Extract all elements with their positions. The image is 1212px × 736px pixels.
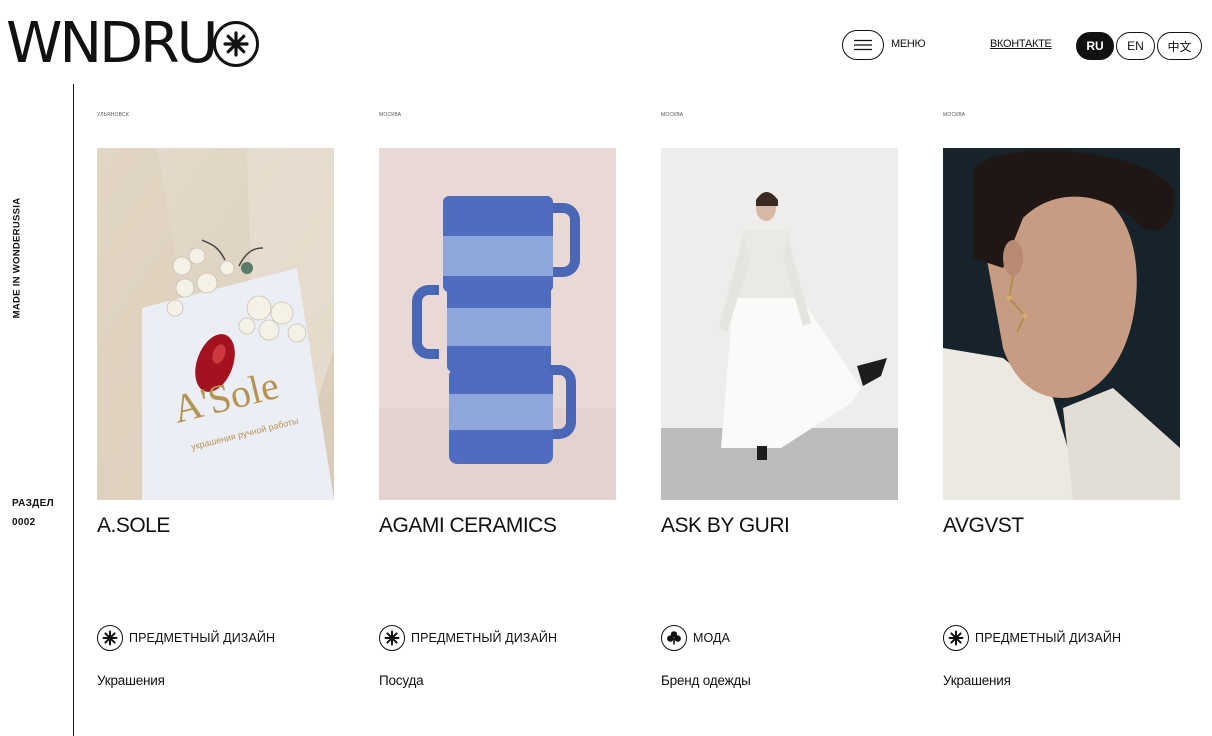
category-label: ПРЕДМЕТНЫЙ ДИЗАЙН [975,631,1122,645]
card-city: Москва [379,112,402,118]
card-brand[interactable]: ASK BY GURI [661,514,790,538]
card-photo[interactable]: A'Sole украшения ручной работы [97,148,334,500]
card-brand[interactable]: AVGVST [943,514,1024,538]
brand-card[interactable]: Ульяновск A'Sole [97,0,334,736]
card-subtitle: Украшения [97,673,165,688]
card-subtitle: Посуда [379,673,424,688]
rail-divider [73,84,74,736]
category-label: ПРЕДМЕТНЫЙ ДИЗАЙН [411,631,558,645]
brand-card[interactable]: Москва ASK BY GURI МОДА Бренд одежды [661,0,898,736]
card-category[interactable]: ПРЕДМЕТНЫЙ ДИЗАЙН [97,625,275,651]
section-number: 0002 [12,517,36,528]
card-brand[interactable]: AGAMI CERAMICS [379,514,557,538]
card-photo[interactable] [379,148,616,500]
card-category[interactable]: ПРЕДМЕТНЫЙ ДИЗАЙН [379,625,557,651]
asterisk-icon [97,625,123,651]
rail-section: РАЗДЕЛ 0002 [12,494,54,532]
category-label: МОДА [693,631,731,645]
card-photo[interactable] [943,148,1180,500]
brand-card[interactable]: Москва AGAMI CERAMICS ПРЕДМЕТНЫ [379,0,616,736]
card-subtitle: Украшения [943,673,1011,688]
card-photo[interactable] [661,148,898,500]
asterisk-icon [943,625,969,651]
card-subtitle: Бренд одежды [661,673,751,688]
card-city: Москва [943,112,966,118]
card-category[interactable]: ПРЕДМЕТНЫЙ ДИЗАЙН [943,625,1121,651]
rail-vertical-text: MADE IN WONDERUSSIA [11,197,23,319]
card-city: Ульяновск [97,112,129,118]
section-label: РАЗДЕЛ [12,498,54,509]
clover-icon [661,625,687,651]
card-city: Москва [661,112,684,118]
category-label: ПРЕДМЕТНЫЙ ДИЗАЙН [129,631,276,645]
card-category[interactable]: МОДА [661,625,730,651]
card-brand[interactable]: A.SOLE [97,514,170,538]
brand-card[interactable]: Москва AVGVST ПРЕДМЕТНЫЙ ДИЗАЙН Украшени… [943,0,1180,736]
asterisk-icon [379,625,405,651]
